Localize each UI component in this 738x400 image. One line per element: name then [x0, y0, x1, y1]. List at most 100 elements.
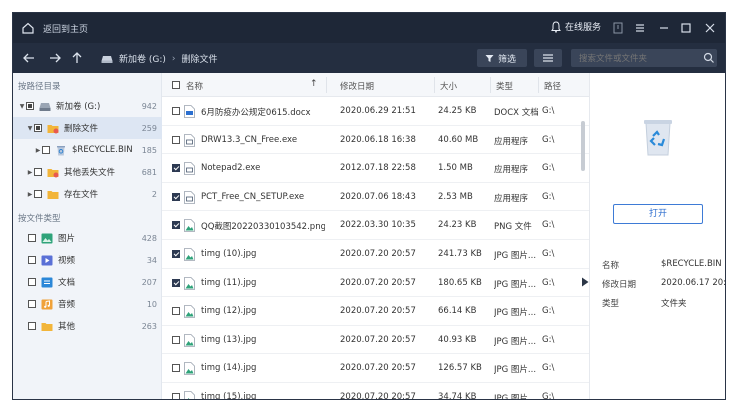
app-window: 返回到主页 在线服务 新加卷 (G:) › 删除文件 筛选 搜索文件或文件夹 按…: [12, 12, 726, 400]
table-row[interactable]: QQ截图20220330103542.png 2022.03.30 10:35 24…: [162, 211, 589, 240]
row-checkbox[interactable]: [172, 221, 180, 230]
expand-down-icon[interactable]: ▼: [18, 103, 26, 110]
table-row[interactable]: timg (11).jpg 2020.07.20 20:57 180.65 KB JP…: [162, 269, 589, 298]
cell-type: 应用程序: [494, 136, 529, 147]
row-checkbox[interactable]: [172, 107, 180, 115]
detail-date-key: 修改日期: [602, 280, 637, 290]
table-row[interactable]: timg (14).jpg 2020.07.20 20:57 126.57 KB JP…: [162, 354, 589, 383]
checkbox[interactable]: [28, 234, 36, 242]
menu-icon[interactable]: [633, 21, 647, 35]
table-row[interactable]: timg (13).jpg 2020.07.20 20:57 40.93 KB JPG…: [162, 326, 589, 355]
tree-item-other-lost[interactable]: ▶ 其他丢失文件 681: [13, 161, 162, 183]
collapse-panel-icon[interactable]: [581, 277, 589, 287]
cell-size: 40.60 MB: [438, 134, 479, 145]
tree-item-deleted-files[interactable]: ▼ 删除文件 259: [13, 117, 162, 139]
column-header-path[interactable]: 路径: [544, 80, 561, 92]
close-icon[interactable]: [703, 21, 717, 35]
item-count: 681: [141, 167, 157, 177]
table-row[interactable]: 6月防疫办公规定0615.docx 2020.06.29 21:51 24.25 K…: [162, 97, 589, 126]
column-header-date[interactable]: 修改日期: [340, 80, 374, 92]
tree-item-recycle-bin[interactable]: ▶ $RECYCLE.BIN 185: [13, 139, 162, 161]
up-arrow-icon[interactable]: [69, 50, 85, 66]
cell-size: 24.25 KB: [438, 106, 477, 116]
file-table: 名称 ↑ 修改日期 大小 类型 路径 6月防疫办公规定0615.docx 2020…: [162, 73, 589, 399]
expand-right-icon[interactable]: ▶: [34, 147, 42, 154]
image-file-icon: [184, 362, 195, 376]
scrollbar-thumb[interactable]: [581, 121, 585, 171]
item-count: 185: [141, 145, 157, 155]
sort-ascending-icon[interactable]: ↑: [310, 79, 318, 89]
checkbox[interactable]: [28, 322, 36, 330]
table-row[interactable]: timg (10).jpg 2020.07.20 20:57 241.73 KB JP…: [162, 240, 589, 269]
column-divider[interactable]: [538, 77, 539, 93]
type-item-audio[interactable]: 音频 10: [13, 293, 162, 315]
view-menu-button[interactable]: [534, 49, 562, 67]
tree-item-label: $RECYCLE.BIN: [72, 145, 133, 155]
maximize-icon[interactable]: [679, 21, 693, 35]
checkbox[interactable]: [42, 146, 50, 154]
checkbox[interactable]: [34, 124, 42, 132]
open-button[interactable]: 打开: [613, 204, 703, 224]
breadcrumb-folder[interactable]: 删除文件: [182, 52, 218, 65]
tree-item-drive[interactable]: ▼ 新加卷 (G:) 942: [13, 95, 162, 117]
forward-arrow-icon[interactable]: [47, 50, 63, 66]
back-to-home-link[interactable]: 返回到主页: [43, 22, 88, 35]
row-checkbox[interactable]: [172, 307, 180, 316]
type-item-documents[interactable]: 文档 207: [13, 271, 162, 293]
tree-item-existing-files[interactable]: ▶ 存在文件 2: [13, 183, 162, 205]
feedback-icon[interactable]: [611, 21, 625, 35]
checkbox[interactable]: [28, 278, 36, 286]
row-checkbox[interactable]: [172, 393, 180, 399]
row-checkbox[interactable]: [172, 250, 180, 258]
expand-right-icon[interactable]: ▶: [26, 191, 34, 198]
table-row[interactable]: PCT_Free_CN_SETUP.exe 2020.07.06 18:43 2.5…: [162, 183, 589, 212]
table-row[interactable]: timg (12).jpg 2020.07.20 20:57 66.14 KB JPG…: [162, 297, 589, 326]
executable-file-icon: [184, 162, 195, 176]
vertical-scrollbar[interactable]: [578, 97, 588, 399]
checkbox[interactable]: [34, 190, 42, 198]
row-checkbox[interactable]: [172, 364, 180, 373]
expand-down-icon[interactable]: ▼: [26, 125, 34, 132]
checkbox[interactable]: [28, 256, 36, 264]
column-header-name[interactable]: 名称: [186, 80, 203, 92]
type-item-images[interactable]: 图片 428: [13, 227, 162, 249]
column-divider[interactable]: [326, 77, 327, 93]
back-arrow-icon[interactable]: [21, 50, 37, 66]
select-all-checkbox[interactable]: [172, 81, 180, 89]
item-count: 428: [141, 233, 157, 243]
type-item-other[interactable]: 其他 263: [13, 315, 162, 337]
cell-name: Notepad2.exe: [201, 163, 261, 174]
search-input[interactable]: [571, 49, 717, 67]
row-checkbox[interactable]: [172, 164, 180, 173]
checkbox[interactable]: [28, 300, 36, 308]
row-checkbox[interactable]: [172, 335, 180, 344]
search-icon[interactable]: [703, 52, 715, 64]
bell-icon: [551, 20, 561, 33]
row-checkbox[interactable]: [172, 278, 180, 287]
checkbox[interactable]: [26, 102, 34, 110]
type-item-label: 图片: [58, 234, 76, 244]
column-header-type[interactable]: 类型: [496, 80, 513, 92]
home-icon[interactable]: [21, 21, 35, 35]
checkbox[interactable]: [34, 168, 42, 176]
filter-button[interactable]: 筛选: [477, 49, 527, 67]
column-divider[interactable]: [490, 77, 491, 93]
breadcrumb-drive[interactable]: 新加卷 (G:): [119, 52, 166, 65]
table-row[interactable]: DRW13.3_CN_Free.exe 2020.06.18 16:38 40.60…: [162, 126, 589, 155]
type-item-label: 视频: [58, 256, 76, 266]
table-row[interactable]: Notepad2.exe 2012.07.18 22:58 1.50 MB 应用程序 G…: [162, 154, 589, 183]
row-checkbox[interactable]: [172, 192, 180, 201]
table-row[interactable]: timg (15).jpg 2020.07.20 20:57 34.74 KB JPG…: [162, 383, 589, 399]
column-header-size[interactable]: 大小: [440, 80, 457, 92]
type-item-videos[interactable]: 视频 34: [13, 249, 162, 271]
cell-size: 1.50 MB: [438, 163, 473, 174]
minimize-icon[interactable]: [657, 21, 671, 35]
item-count: 263: [141, 321, 157, 331]
cell-date: 2020.06.29 21:51: [340, 106, 416, 116]
expand-right-icon[interactable]: ▶: [26, 169, 34, 176]
document-type-icon: [41, 277, 53, 287]
online-service-button[interactable]: 在线服务: [551, 20, 601, 33]
detail-date-value: 2020.06.17 20:41: [661, 278, 726, 288]
row-checkbox[interactable]: [172, 135, 180, 144]
column-divider[interactable]: [434, 77, 435, 93]
